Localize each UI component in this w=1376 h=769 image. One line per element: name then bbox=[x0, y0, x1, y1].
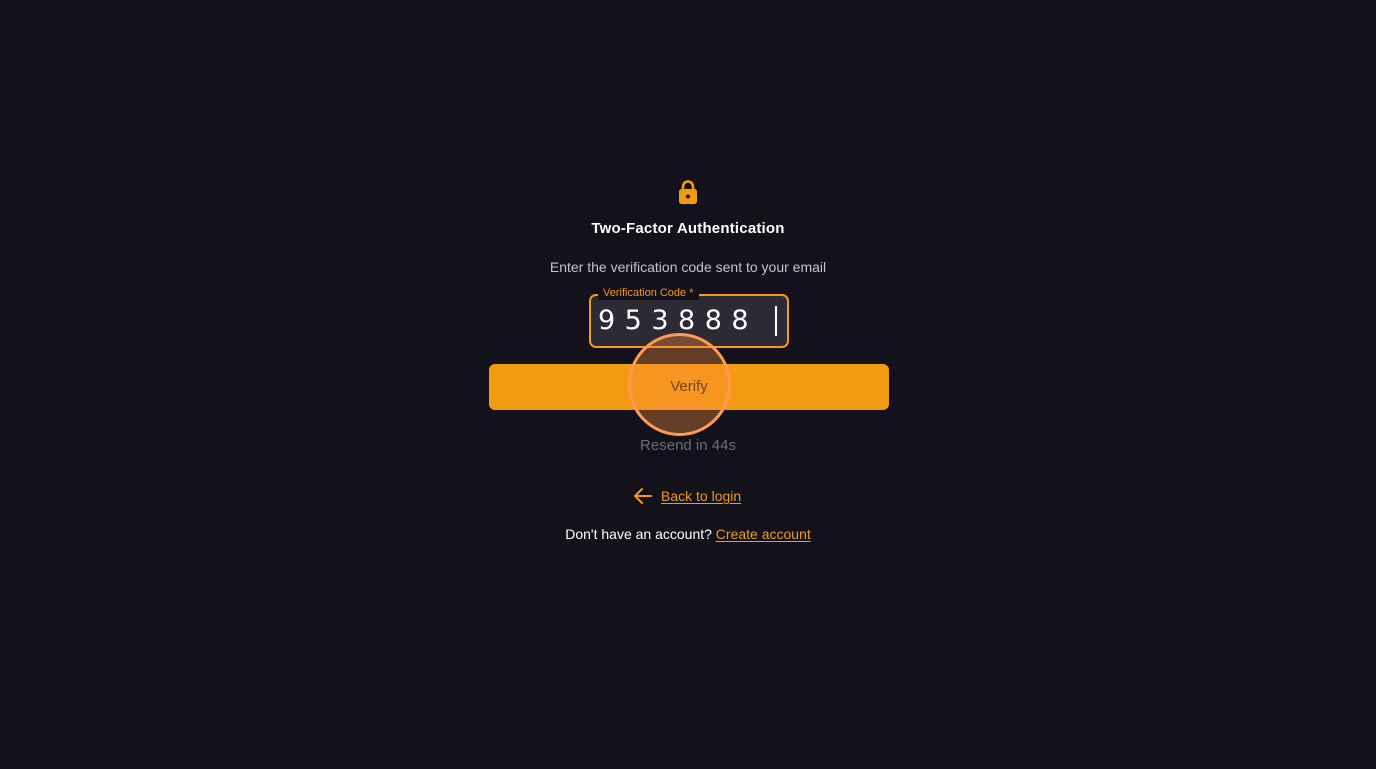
signup-prompt-row: Don't have an account? Create account bbox=[0, 526, 1376, 542]
text-caret bbox=[775, 306, 777, 336]
back-to-login-link[interactable]: Back to login bbox=[661, 488, 741, 504]
verification-code-label: Verification Code * bbox=[598, 286, 699, 300]
two-factor-page: Two-Factor Authentication Enter the veri… bbox=[0, 0, 1376, 769]
click-indicator bbox=[628, 333, 731, 436]
resend-countdown: Resend in 44s bbox=[640, 437, 736, 454]
page-title: Two-Factor Authentication bbox=[591, 220, 785, 237]
arrow-left-icon[interactable] bbox=[633, 487, 653, 505]
lock-icon bbox=[679, 180, 697, 204]
signup-prompt: Don't have an account? bbox=[565, 526, 712, 542]
page-subtitle: Enter the verification code sent to your… bbox=[549, 259, 827, 275]
create-account-link[interactable]: Create account bbox=[716, 526, 811, 542]
back-to-login[interactable]: Back to login bbox=[633, 486, 741, 506]
